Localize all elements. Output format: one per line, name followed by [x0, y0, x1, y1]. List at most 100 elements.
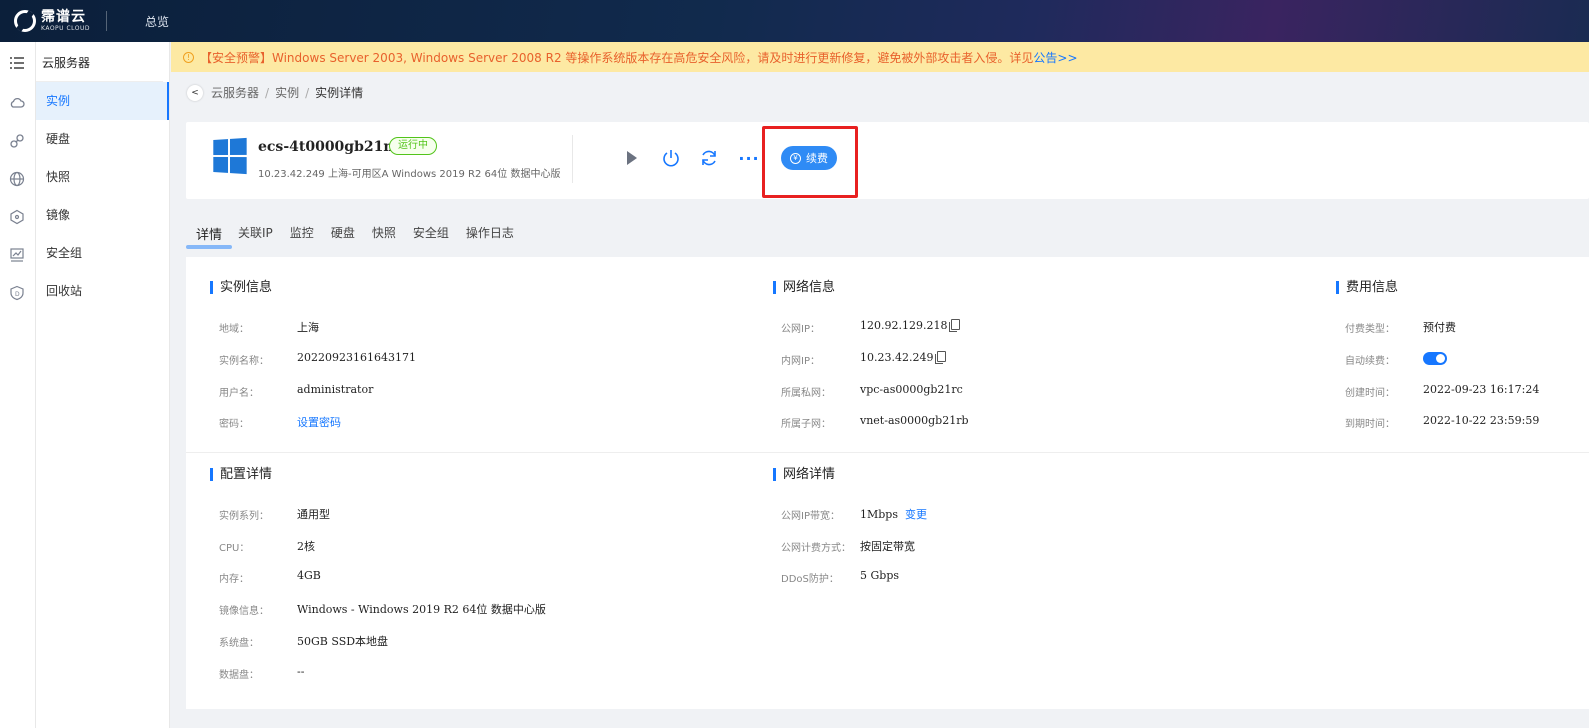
- renew-button[interactable]: ¥ 续费: [781, 146, 837, 170]
- nav-overview[interactable]: 总览: [145, 13, 169, 30]
- detail-tabs: 详情 关联IP 监控 硬盘 快照 安全组 操作日志: [186, 224, 531, 249]
- value-billing-method: 按固定带宽: [860, 540, 915, 553]
- windows-logo-icon: [213, 137, 247, 175]
- icon-rail: D: [0, 42, 36, 728]
- section-title-billing-info: 费用信息: [1336, 281, 1398, 294]
- section-title-network-detail: 网络详情: [773, 468, 835, 481]
- label-ddos-protection: DDoS防护：: [781, 574, 839, 585]
- label-cpu: CPU：: [219, 543, 250, 554]
- refresh-icon: [702, 150, 716, 166]
- menu-icon[interactable]: [8, 54, 26, 72]
- back-button[interactable]: <: [187, 84, 203, 101]
- section-title-network-info: 网络信息: [773, 281, 835, 294]
- cloud-icon[interactable]: [8, 94, 26, 112]
- label-public-ip: 公网IP：: [781, 324, 820, 335]
- label-bandwidth: 公网IP带宽：: [781, 511, 840, 522]
- breadcrumb-item-instances[interactable]: 实例: [275, 84, 299, 101]
- value-created-time: 2022-09-23 16:17:24: [1423, 383, 1540, 396]
- tab-disks[interactable]: 硬盘: [331, 224, 355, 247]
- value-vpc: vpc-as0000gb21rc: [860, 383, 963, 396]
- instance-summary-card: ecs-4t0000gb21my 运行中 10.23.42.249 上海-可用区…: [186, 122, 1589, 199]
- monitor-icon[interactable]: [8, 246, 26, 264]
- value-payment-type: 预付费: [1423, 321, 1456, 334]
- tab-snapshots[interactable]: 快照: [372, 224, 396, 247]
- instance-subtitle: 10.23.42.249 上海-可用区A Windows 2019 R2 64位…: [258, 169, 561, 180]
- alert-text: 【安全预警】Windows Server 2003, Windows Serve…: [200, 50, 1034, 65]
- label-instance-name: 实例名称：: [219, 356, 269, 367]
- coin-icon: ¥: [790, 152, 801, 164]
- brand-name-en: KAOPU CLOUD: [41, 25, 91, 32]
- summary-divider: [572, 135, 573, 183]
- value-public-ip: 120.92.129.218: [860, 319, 961, 332]
- label-username: 用户名：: [219, 388, 259, 399]
- sidebar-item-snapshots[interactable]: 快照: [36, 158, 169, 196]
- change-bandwidth-link[interactable]: 变更: [905, 508, 927, 521]
- sidebar-item-images[interactable]: 镜像: [36, 196, 169, 234]
- value-data-disk: --: [297, 665, 305, 678]
- main-content: ! 【安全预警】Windows Server 2003, Windows Ser…: [171, 42, 1589, 728]
- label-image-info: 镜像信息：: [219, 606, 269, 617]
- start-button[interactable]: [620, 147, 642, 169]
- sidebar-item-security-groups[interactable]: 安全组: [36, 234, 169, 272]
- label-payment-type: 付费类型：: [1345, 324, 1395, 335]
- tab-operation-log[interactable]: 操作日志: [466, 224, 514, 247]
- renew-label: 续费: [806, 152, 828, 165]
- sidebar-item-recycle-bin[interactable]: 回收站: [36, 272, 169, 310]
- network-icon[interactable]: [8, 208, 26, 226]
- brand-name: 霈谱云: [41, 9, 86, 25]
- restart-button[interactable]: [698, 147, 720, 169]
- breadcrumb-separator: /: [265, 85, 270, 100]
- auto-renew-toggle[interactable]: [1423, 352, 1447, 365]
- tab-details[interactable]: 详情: [186, 224, 233, 249]
- copy-icon[interactable]: [935, 351, 947, 364]
- tab-security-groups[interactable]: 安全组: [413, 224, 449, 247]
- set-password-link[interactable]: 设置密码: [297, 414, 341, 430]
- value-ddos-protection: 5 Gbps: [860, 569, 900, 582]
- play-icon: [627, 151, 637, 165]
- power-icon: [663, 150, 679, 167]
- label-subnet: 所属子网：: [781, 419, 831, 430]
- value-expire-time: 2022-10-22 23:59:59: [1423, 414, 1540, 427]
- sidebar-item-disks[interactable]: 硬盘: [36, 120, 169, 158]
- globe-icon[interactable]: [8, 170, 26, 188]
- alert-announcement-link[interactable]: 公告>>: [1033, 49, 1077, 66]
- sidebar-item-instances[interactable]: 实例: [36, 82, 169, 120]
- copy-icon[interactable]: [949, 319, 961, 332]
- value-instance-family: 通用型: [297, 508, 330, 521]
- label-region: 地域：: [219, 324, 249, 335]
- section-divider: [186, 452, 1589, 453]
- top-divider: [106, 11, 108, 31]
- logo-mark-icon: [14, 10, 36, 32]
- more-actions-button[interactable]: ···: [738, 147, 760, 169]
- label-vpc: 所属私网：: [781, 388, 831, 399]
- breadcrumb-separator: /: [305, 85, 310, 100]
- sidebar: 云服务器 实例 硬盘 快照 镜像 安全组 回收站: [36, 42, 170, 728]
- sidebar-title: 云服务器: [36, 42, 163, 82]
- power-off-button[interactable]: [660, 147, 682, 169]
- value-bandwidth: 1Mbps 变更: [860, 508, 927, 521]
- value-region: 上海: [297, 321, 319, 334]
- label-data-disk: 数据盘：: [219, 670, 259, 681]
- shield-icon[interactable]: D: [8, 284, 26, 302]
- value-image-info: Windows - Windows 2019 R2 64位 数据中心版: [297, 603, 546, 616]
- label-password: 密码：: [219, 419, 249, 430]
- label-auto-renew: 自动续费：: [1345, 356, 1395, 367]
- label-instance-family: 实例系列：: [219, 511, 269, 522]
- detail-panel: 实例信息 地域： 上海 实例名称： 20220923161643171 用户名：…: [186, 257, 1589, 709]
- value-private-ip: 10.23.42.249: [860, 351, 947, 364]
- tab-monitoring[interactable]: 监控: [290, 224, 314, 247]
- brand-logo[interactable]: 霈谱云 KAOPU CLOUD: [14, 10, 90, 32]
- warning-icon: !: [183, 51, 194, 63]
- label-private-ip: 内网IP：: [781, 356, 820, 367]
- value-cpu: 2核: [297, 540, 315, 553]
- label-system-disk: 系统盘：: [219, 638, 259, 649]
- instance-name: ecs-4t0000gb21my: [258, 139, 407, 155]
- breadcrumb-item-cloud-server[interactable]: 云服务器: [211, 84, 259, 101]
- label-created-time: 创建时间：: [1345, 388, 1395, 399]
- tab-linked-ip[interactable]: 关联IP: [238, 224, 273, 247]
- section-title-config-detail: 配置详情: [210, 468, 272, 481]
- disk-link-icon[interactable]: [8, 132, 26, 150]
- value-subnet: vnet-as0000gb21rb: [860, 414, 969, 427]
- value-username: administrator: [297, 383, 374, 396]
- label-expire-time: 到期时间：: [1345, 419, 1395, 430]
